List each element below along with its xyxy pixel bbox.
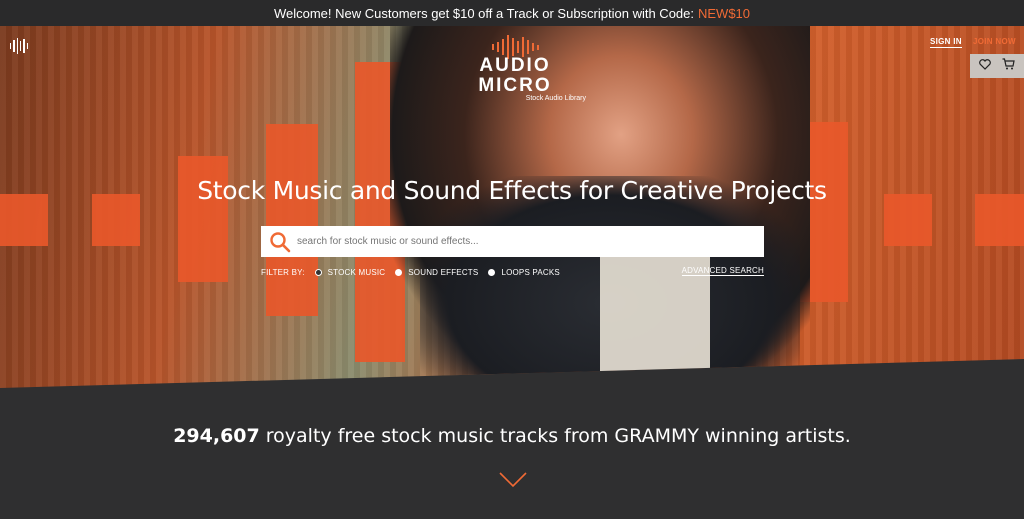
advanced-search-link[interactable]: ADVANCED SEARCH (681, 266, 764, 276)
track-count: 294,607 (173, 425, 260, 447)
cart-icon[interactable] (1002, 57, 1015, 75)
filter-sound-effects[interactable]: SOUND EFFECTS (395, 268, 478, 277)
join-now-link[interactable]: JOIN NOW (973, 37, 1016, 46)
filter-loops-packs[interactable]: LOOPS PACKS (488, 268, 560, 277)
decorative-bar (178, 156, 228, 282)
hero-headline: Stock Music and Sound Effects for Creati… (197, 176, 827, 205)
menu-icon[interactable] (10, 38, 28, 54)
stats-tagline: 294,607 royalty free stock music tracks … (0, 425, 1024, 447)
filter-stock-music[interactable]: STOCK MUSIC (314, 268, 386, 277)
logo-text: AUDIO MICRO (478, 55, 552, 96)
search-bar[interactable] (261, 226, 764, 257)
heart-icon[interactable] (979, 57, 992, 75)
tagline-text: royalty free stock music tracks from GRA… (265, 425, 851, 447)
search-icon[interactable] (269, 231, 291, 253)
logo[interactable]: AUDIO MICRO Stock Audio Library (440, 34, 590, 102)
chevron-down-icon[interactable] (499, 472, 527, 488)
radio-selected-icon[interactable] (314, 268, 322, 276)
radio-icon[interactable] (488, 268, 496, 276)
sign-in-link[interactable]: SIGN IN (930, 37, 962, 48)
radio-icon[interactable] (395, 268, 403, 276)
filter-bar: FILTER BY: STOCK MUSIC SOUND EFFECTS LOO… (261, 266, 764, 278)
promo-text: Welcome! New Customers get $10 off a Tra… (273, 5, 694, 21)
decorative-bar (266, 124, 318, 316)
search-input[interactable] (297, 236, 737, 247)
user-actions (970, 54, 1024, 78)
promo-code: NEW$10 (698, 5, 751, 21)
filter-label: FILTER BY: (261, 267, 305, 277)
promo-banner: Welcome! New Customers get $10 off a Tra… (0, 0, 1024, 26)
logo-subtitle: Stock Audio Library (525, 95, 586, 102)
